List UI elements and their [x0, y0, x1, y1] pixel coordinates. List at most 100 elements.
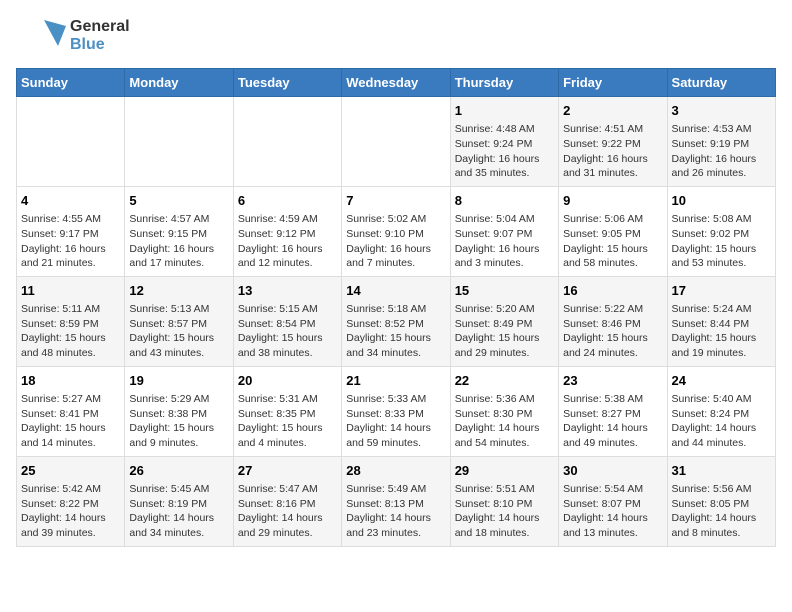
cell-info: Sunset: 8:46 PM	[563, 317, 662, 332]
cell-info: Daylight: 14 hours and 49 minutes.	[563, 421, 662, 450]
cell-info: Sunrise: 5:20 AM	[455, 302, 554, 317]
day-number: 30	[563, 462, 662, 480]
cell-info: Daylight: 15 hours and 58 minutes.	[563, 242, 662, 271]
cell-info: Sunset: 8:13 PM	[346, 497, 445, 512]
cell-info: Daylight: 15 hours and 48 minutes.	[21, 331, 120, 360]
day-number: 15	[455, 282, 554, 300]
cell-info: Daylight: 15 hours and 9 minutes.	[129, 421, 228, 450]
day-number: 21	[346, 372, 445, 390]
cell-info: Sunset: 8:30 PM	[455, 407, 554, 422]
cell-info: Daylight: 15 hours and 38 minutes.	[238, 331, 337, 360]
day-number: 1	[455, 102, 554, 120]
day-number: 6	[238, 192, 337, 210]
cell-info: Daylight: 14 hours and 39 minutes.	[21, 511, 120, 540]
cell-info: Sunrise: 5:11 AM	[21, 302, 120, 317]
cell-info: Daylight: 15 hours and 4 minutes.	[238, 421, 337, 450]
day-number: 25	[21, 462, 120, 480]
calendar-week-row: 1Sunrise: 4:48 AMSunset: 9:24 PMDaylight…	[17, 97, 776, 187]
cell-info: Daylight: 16 hours and 35 minutes.	[455, 152, 554, 181]
day-number: 9	[563, 192, 662, 210]
cell-info: Sunrise: 5:33 AM	[346, 392, 445, 407]
cell-info: Daylight: 16 hours and 21 minutes.	[21, 242, 120, 271]
cell-info: Sunset: 9:05 PM	[563, 227, 662, 242]
cell-info: Sunset: 8:22 PM	[21, 497, 120, 512]
calendar-week-row: 25Sunrise: 5:42 AMSunset: 8:22 PMDayligh…	[17, 456, 776, 546]
day-number: 7	[346, 192, 445, 210]
day-number: 11	[21, 282, 120, 300]
cell-info: Sunset: 8:24 PM	[672, 407, 771, 422]
day-number: 29	[455, 462, 554, 480]
calendar-cell: 16Sunrise: 5:22 AMSunset: 8:46 PMDayligh…	[559, 276, 667, 366]
calendar-cell: 21Sunrise: 5:33 AMSunset: 8:33 PMDayligh…	[342, 366, 450, 456]
day-number: 8	[455, 192, 554, 210]
day-number: 12	[129, 282, 228, 300]
calendar-cell: 15Sunrise: 5:20 AMSunset: 8:49 PMDayligh…	[450, 276, 558, 366]
calendar-cell: 31Sunrise: 5:56 AMSunset: 8:05 PMDayligh…	[667, 456, 775, 546]
calendar-cell: 14Sunrise: 5:18 AMSunset: 8:52 PMDayligh…	[342, 276, 450, 366]
cell-info: Daylight: 14 hours and 23 minutes.	[346, 511, 445, 540]
cell-info: Sunset: 9:19 PM	[672, 137, 771, 152]
calendar-cell: 5Sunrise: 4:57 AMSunset: 9:15 PMDaylight…	[125, 186, 233, 276]
cell-info: Sunrise: 4:55 AM	[21, 212, 120, 227]
cell-info: Sunset: 9:17 PM	[21, 227, 120, 242]
calendar-cell: 17Sunrise: 5:24 AMSunset: 8:44 PMDayligh…	[667, 276, 775, 366]
day-number: 17	[672, 282, 771, 300]
weekday-header-thursday: Thursday	[450, 69, 558, 97]
day-number: 14	[346, 282, 445, 300]
cell-info: Sunset: 8:19 PM	[129, 497, 228, 512]
calendar-cell: 29Sunrise: 5:51 AMSunset: 8:10 PMDayligh…	[450, 456, 558, 546]
calendar-cell	[233, 97, 341, 187]
cell-info: Daylight: 14 hours and 34 minutes.	[129, 511, 228, 540]
calendar-cell: 7Sunrise: 5:02 AMSunset: 9:10 PMDaylight…	[342, 186, 450, 276]
cell-info: Sunset: 8:38 PM	[129, 407, 228, 422]
cell-info: Sunset: 9:22 PM	[563, 137, 662, 152]
calendar-cell	[342, 97, 450, 187]
calendar-cell: 26Sunrise: 5:45 AMSunset: 8:19 PMDayligh…	[125, 456, 233, 546]
cell-info: Sunset: 8:16 PM	[238, 497, 337, 512]
calendar-week-row: 11Sunrise: 5:11 AMSunset: 8:59 PMDayligh…	[17, 276, 776, 366]
day-number: 26	[129, 462, 228, 480]
cell-info: Sunset: 9:07 PM	[455, 227, 554, 242]
day-number: 10	[672, 192, 771, 210]
calendar-week-row: 18Sunrise: 5:27 AMSunset: 8:41 PMDayligh…	[17, 366, 776, 456]
day-number: 3	[672, 102, 771, 120]
calendar-cell: 20Sunrise: 5:31 AMSunset: 8:35 PMDayligh…	[233, 366, 341, 456]
cell-info: Sunrise: 5:15 AM	[238, 302, 337, 317]
weekday-header-row: SundayMondayTuesdayWednesdayThursdayFrid…	[17, 69, 776, 97]
header: GeneralBlue	[16, 16, 776, 56]
calendar-cell: 11 Sunrise: 5:11 AMSunset: 8:59 PMDayligh…	[17, 276, 125, 366]
cell-info: Sunrise: 5:29 AM	[129, 392, 228, 407]
calendar-cell	[125, 97, 233, 187]
weekday-header-friday: Friday	[559, 69, 667, 97]
cell-info: Sunrise: 4:59 AM	[238, 212, 337, 227]
cell-info: Sunrise: 4:57 AM	[129, 212, 228, 227]
cell-info: Sunrise: 5:18 AM	[346, 302, 445, 317]
calendar-cell: 22Sunrise: 5:36 AMSunset: 8:30 PMDayligh…	[450, 366, 558, 456]
cell-info: Daylight: 15 hours and 43 minutes.	[129, 331, 228, 360]
cell-info: Sunrise: 5:54 AM	[563, 482, 662, 497]
cell-info: Sunset: 8:10 PM	[455, 497, 554, 512]
cell-info: Sunset: 9:10 PM	[346, 227, 445, 242]
cell-info: Sunset: 9:24 PM	[455, 137, 554, 152]
calendar-table: SundayMondayTuesdayWednesdayThursdayFrid…	[16, 68, 776, 547]
cell-info: Daylight: 14 hours and 18 minutes.	[455, 511, 554, 540]
cell-info: Daylight: 15 hours and 34 minutes.	[346, 331, 445, 360]
day-number: 19	[129, 372, 228, 390]
calendar-cell: 6Sunrise: 4:59 AMSunset: 9:12 PMDaylight…	[233, 186, 341, 276]
cell-info: Daylight: 15 hours and 19 minutes.	[672, 331, 771, 360]
cell-info: Sunrise: 5:36 AM	[455, 392, 554, 407]
calendar-cell: 25Sunrise: 5:42 AMSunset: 8:22 PMDayligh…	[17, 456, 125, 546]
calendar-cell: 8Sunrise: 5:04 AMSunset: 9:07 PMDaylight…	[450, 186, 558, 276]
cell-info: Sunset: 8:59 PM	[21, 317, 120, 332]
cell-info: Sunset: 8:07 PM	[563, 497, 662, 512]
cell-info: Sunset: 8:54 PM	[238, 317, 337, 332]
cell-info: Sunrise: 5:06 AM	[563, 212, 662, 227]
cell-info: Sunrise: 4:51 AM	[563, 122, 662, 137]
cell-info: Daylight: 15 hours and 24 minutes.	[563, 331, 662, 360]
weekday-header-monday: Monday	[125, 69, 233, 97]
cell-info: Daylight: 16 hours and 17 minutes.	[129, 242, 228, 271]
calendar-cell: 28Sunrise: 5:49 AMSunset: 8:13 PMDayligh…	[342, 456, 450, 546]
cell-info: Daylight: 15 hours and 14 minutes.	[21, 421, 120, 450]
cell-info: Sunset: 8:05 PM	[672, 497, 771, 512]
calendar-cell: 4Sunrise: 4:55 AMSunset: 9:17 PMDaylight…	[17, 186, 125, 276]
